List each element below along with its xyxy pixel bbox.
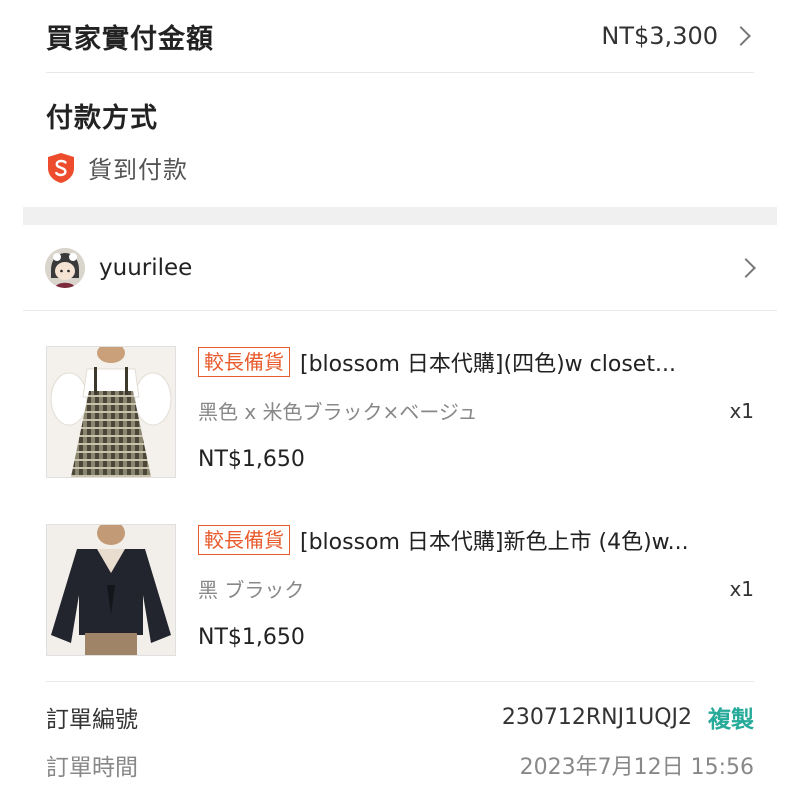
chevron-right-icon[interactable] xyxy=(736,258,756,278)
product-photo-black-blouse xyxy=(47,525,175,655)
buyer-total-label: 買家實付金額 xyxy=(46,23,214,55)
item-quantity: x1 xyxy=(729,398,754,423)
product-image[interactable] xyxy=(46,346,176,478)
buyer-total-right: NT$3,300 xyxy=(601,22,754,50)
item-price: NT$1,650 xyxy=(198,447,305,472)
item-variant: 黑 ブラック xyxy=(198,578,305,602)
shop-name: yuurilee xyxy=(99,255,193,281)
payment-method-label: 貨到付款 xyxy=(88,156,188,184)
avatar[interactable] xyxy=(45,248,85,288)
list-item[interactable]: 較長備貨 [blossom 日本代購]新色上市 (4色)w... 黑 ブラック … xyxy=(46,524,754,658)
item-quantity: x1 xyxy=(729,576,754,601)
order-time-value: 2023年7月12日 15:56 xyxy=(519,755,754,780)
copy-button[interactable]: 複製 xyxy=(708,700,754,734)
buyer-total-amount: NT$3,300 xyxy=(601,22,718,50)
divider xyxy=(46,681,754,682)
product-image[interactable] xyxy=(46,524,176,656)
item-variant: 黑色 x 米色ブラック×ベージュ xyxy=(198,400,478,424)
shopee-shield-icon xyxy=(48,152,74,183)
chevron-right-icon[interactable] xyxy=(731,26,751,46)
payment-title: 付款方式 xyxy=(46,103,158,134)
buyer-total-row[interactable]: 買家實付金額 NT$3,300 xyxy=(46,0,754,73)
item-title-line: 較長備貨 [blossom 日本代購](四色)w closet... xyxy=(198,346,754,378)
preorder-tag: 較長備貨 xyxy=(198,347,290,377)
preorder-tag: 較長備貨 xyxy=(198,525,290,555)
item-title: [blossom 日本代購]新色上市 (4色)w... xyxy=(300,530,689,555)
order-time-label: 訂單時間 xyxy=(46,755,138,781)
order-number-value: 230712RNJ1UQJ2 xyxy=(501,704,692,730)
order-detail-page: 買家實付金額 NT$3,300 付款方式 貨到付款 yuurilee 較長備貨 … xyxy=(0,0,800,800)
item-price: NT$1,650 xyxy=(198,625,305,650)
item-info: 較長備貨 [blossom 日本代購](四色)w closet... 黑色 x … xyxy=(198,346,754,472)
product-photo-dress-plaid xyxy=(47,347,175,477)
item-variant-line: 黑色 x 米色ブラック×ベージュ x1 xyxy=(198,396,754,425)
section-divider xyxy=(23,207,777,225)
item-title-line: 較長備貨 [blossom 日本代購]新色上市 (4色)w... xyxy=(198,524,754,556)
item-variant-line: 黑 ブラック x1 xyxy=(198,574,754,603)
shop-row[interactable]: yuurilee xyxy=(23,226,777,311)
avatar-illustration xyxy=(45,248,85,288)
item-info: 較長備貨 [blossom 日本代購]新色上市 (4色)w... 黑 ブラック … xyxy=(198,524,754,650)
order-number-right: 230712RNJ1UQJ2 複製 xyxy=(502,700,754,734)
list-item[interactable]: 較長備貨 [blossom 日本代購](四色)w closet... 黑色 x … xyxy=(46,346,754,480)
order-number-label: 訂單編號 xyxy=(46,707,138,733)
payment-method: 貨到付款 xyxy=(46,150,188,185)
order-number-row: 訂單編號 230712RNJ1UQJ2 複製 xyxy=(46,700,754,734)
item-title: [blossom 日本代購](四色)w closet... xyxy=(300,352,676,377)
order-time-row: 訂單時間 2023年7月12日 15:56 xyxy=(46,748,754,782)
